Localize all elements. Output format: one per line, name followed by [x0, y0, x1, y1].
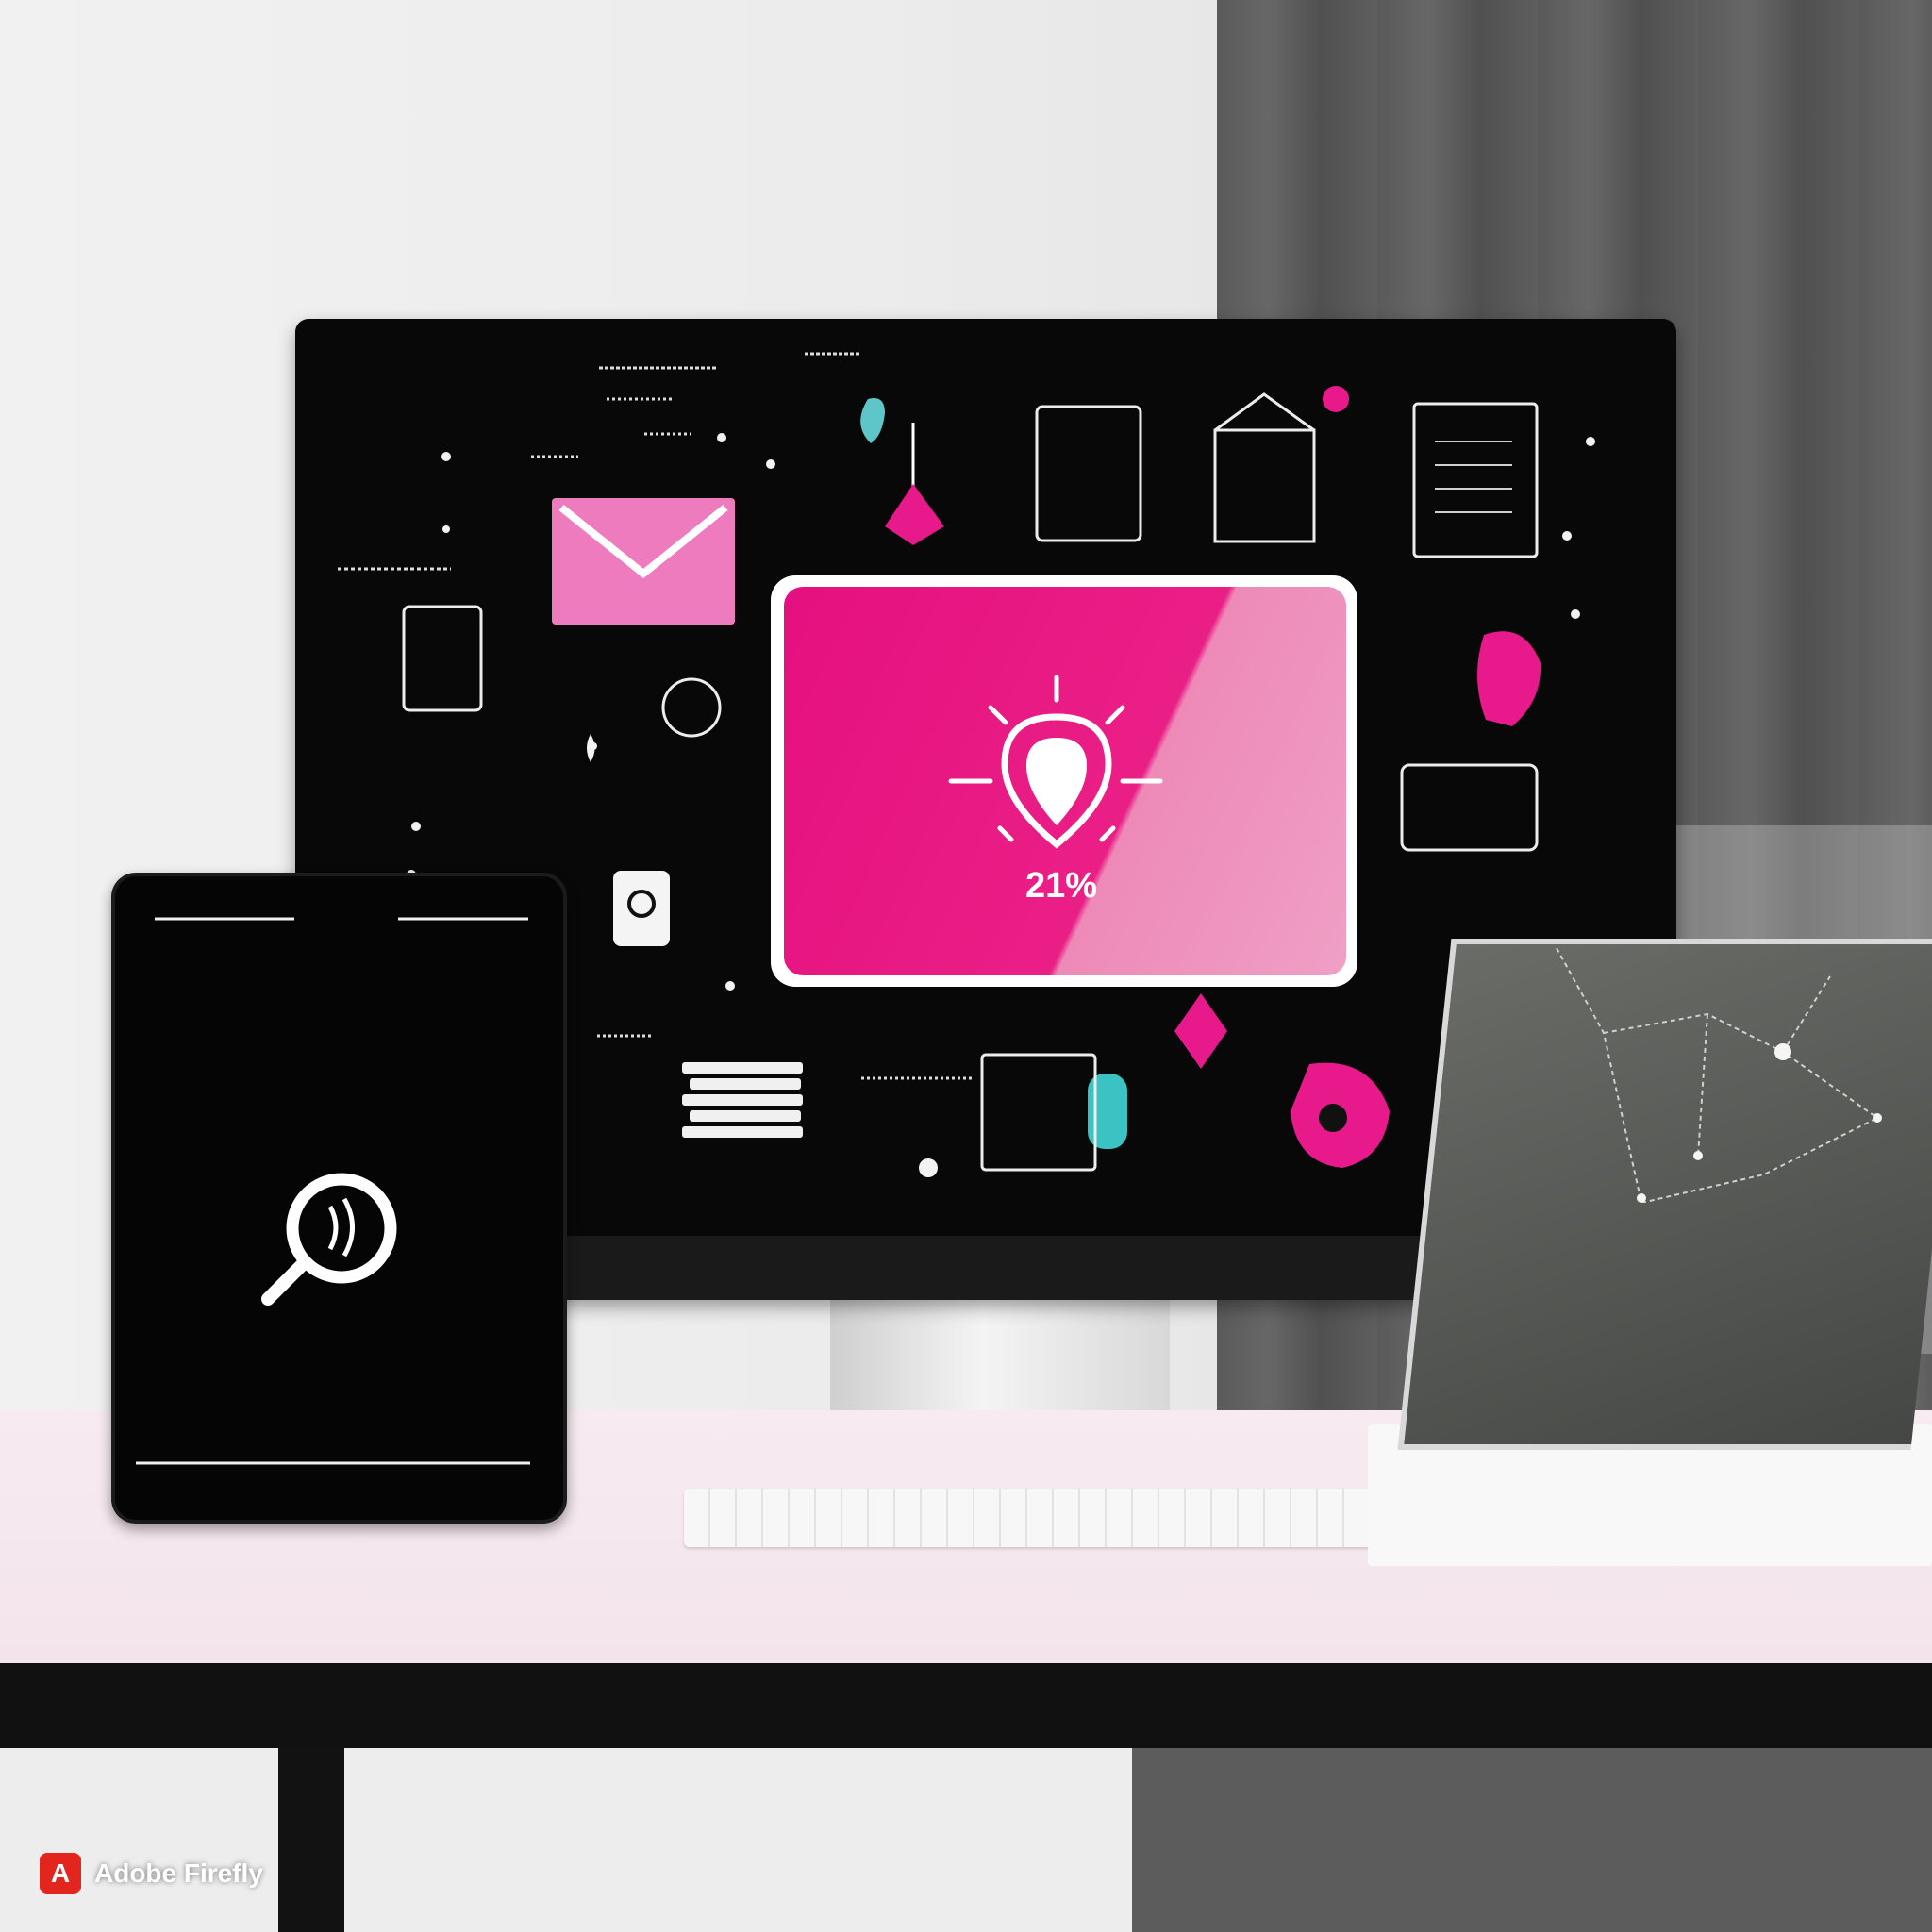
cart-icon [980, 1053, 1097, 1172]
teal-drop-icon [860, 398, 885, 443]
search-icon [261, 1173, 397, 1306]
pink-dot-icon [1323, 386, 1349, 412]
floor-left [0, 1748, 1132, 1932]
chart-box-icon [1400, 763, 1539, 852]
teal-blob-icon [1088, 1074, 1127, 1149]
pink-pin-icon [885, 484, 944, 545]
pink-diamond-icon [1174, 993, 1227, 1069]
percentage-label: 21% [1024, 866, 1098, 906]
tablet-screen-graphics [136, 917, 530, 1465]
face-icon [661, 677, 722, 738]
books-icon [682, 1062, 803, 1138]
desk-leg [278, 1745, 344, 1932]
document-icon [1035, 405, 1142, 542]
adobe-firefly-watermark: A Adobe Firefly [40, 1853, 263, 1894]
note-icon [402, 605, 483, 712]
lightbulb-pin-icon [948, 675, 1163, 849]
pink-gear-icon [1476, 631, 1541, 726]
watermark-text: Adobe Firefly [94, 1858, 263, 1888]
desk-edge [0, 1663, 1932, 1748]
network-diagram [1556, 948, 1882, 1203]
coffee-cup-icon [613, 871, 670, 946]
floor-right [1132, 1748, 1932, 1932]
envelope-box-icon [1213, 428, 1316, 543]
adobe-logo-icon: A [40, 1853, 81, 1894]
report-icon [1412, 402, 1539, 558]
email-icon [552, 498, 735, 625]
keyboard [684, 1489, 1373, 1547]
